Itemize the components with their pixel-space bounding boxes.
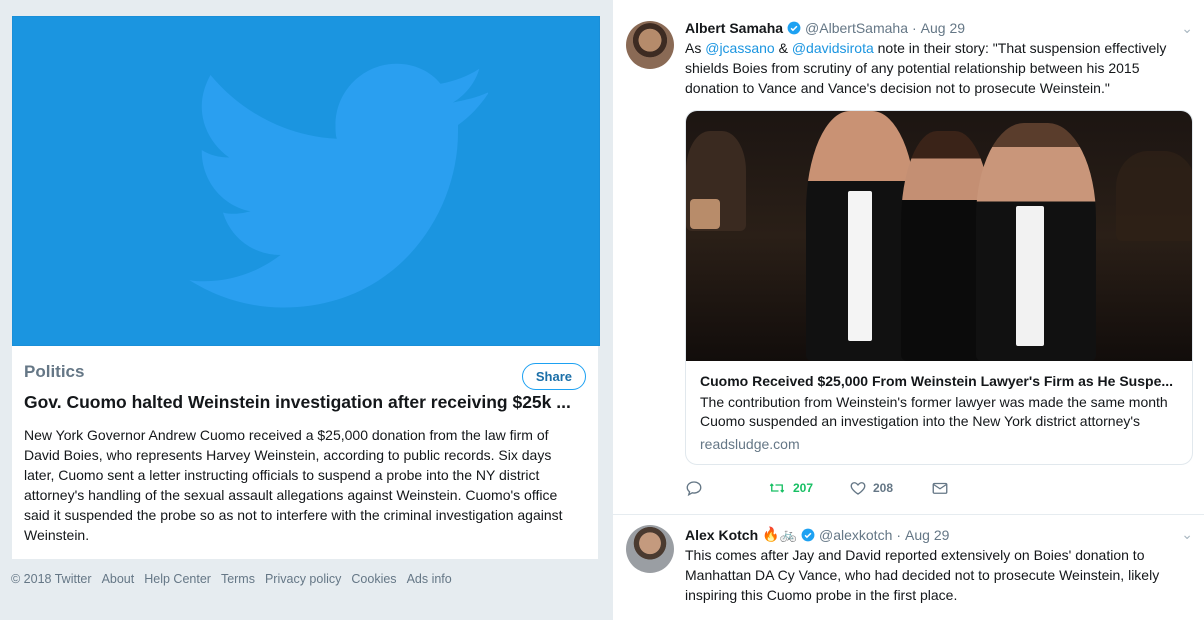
link-card[interactable]: Cuomo Received $25,000 From Weinstein La… [685,110,1193,465]
share-button[interactable]: Share [521,363,586,390]
twitter-bird-icon [189,63,488,308]
mention-link[interactable]: @jcassano [705,40,774,56]
moment-column: Politics Share Gov. Cuomo halted Weinste… [11,15,600,586]
retweet-count: 207 [793,481,814,495]
tweet-timestamp[interactable]: Aug 29 [905,527,949,543]
tweet-author-name[interactable]: Albert Samaha [685,20,783,36]
footer-copyright: © 2018 Twitter [11,572,92,586]
moment-category: Politics [24,362,85,381]
footer-link-ads-info[interactable]: Ads info [407,572,452,586]
retweet-button[interactable]: 207 [767,479,849,497]
tweet-author-handle[interactable]: @AlbertSamaha [805,20,908,36]
footer-link-terms[interactable]: Terms [221,572,255,586]
footer-link-cookies[interactable]: Cookies [351,572,396,586]
avatar[interactable] [626,21,674,69]
tweet-actions: 207 208 [685,479,1193,497]
moment-description: New York Governor Andrew Cuomo received … [24,427,563,543]
like-button[interactable]: 208 [849,479,931,497]
name-emoji: 🔥🚲 [762,526,797,542]
chevron-down-icon[interactable]: ⌄ [1181,20,1193,37]
link-card-image [686,111,1192,361]
heart-icon [850,482,866,495]
tweet-content: Albert Samaha @AlbertSamaha · Aug 29 ⌄ A… [685,20,1193,497]
verified-icon [801,528,815,541]
envelope-icon [932,482,948,494]
moment-card[interactable]: Politics Share Gov. Cuomo halted Weinste… [11,15,600,560]
link-card-body: Cuomo Received $25,000 From Weinstein La… [686,361,1192,464]
separator-dot: · [911,20,917,36]
tweet[interactable]: Alex Kotch 🔥🚲 @alexkotch · Aug 29 ⌄ This… [685,526,1193,605]
tweet-stream: Albert Samaha @AlbertSamaha · Aug 29 ⌄ A… [612,0,1204,620]
tweet-header: Albert Samaha @AlbertSamaha · Aug 29 [685,20,1193,36]
tweet-timestamp[interactable]: Aug 29 [921,20,965,36]
reply-icon [686,481,702,497]
direct-message-button[interactable] [931,479,1013,497]
site-footer: © 2018 Twitter About Help Center Terms P… [11,572,599,586]
tweet-text-part: & [774,40,792,56]
verified-icon [787,21,801,35]
footer-link-about[interactable]: About [102,572,135,586]
retweet-icon [769,483,785,493]
tweet[interactable]: Albert Samaha @AlbertSamaha · Aug 29 ⌄ A… [613,0,1204,515]
tweet-author-name[interactable]: Alex Kotch [685,527,758,543]
tweet-text-part: As [685,40,706,56]
footer-link-privacy[interactable]: Privacy policy [265,572,341,586]
link-card-description: The contribution from Weinstein's former… [700,394,1168,429]
avatar[interactable] [626,525,674,573]
tweet-text: As @jcassano & @davidsirota note in thei… [685,38,1193,98]
mention-link[interactable]: @davidsirota [792,40,874,56]
link-card-domain: readsludge.com [700,436,800,452]
moment-hero-image [12,16,600,346]
moment-body: Politics Share Gov. Cuomo halted Weinste… [12,346,598,559]
footer-link-help-center[interactable]: Help Center [144,572,211,586]
link-card-title: Cuomo Received $25,000 From Weinstein La… [700,373,1174,389]
tweet-text: This comes after Jay and David reported … [685,547,1160,603]
tweet-author-handle[interactable]: @alexkotch [819,527,892,543]
separator-dot: · [896,526,902,543]
like-count: 208 [873,481,894,495]
chevron-down-icon[interactable]: ⌄ [1181,526,1193,543]
moment-title[interactable]: Gov. Cuomo halted Weinstein investigatio… [24,392,588,413]
reply-button[interactable] [685,479,767,497]
tweet-header: Alex Kotch 🔥🚲 @alexkotch · Aug 29 [685,526,1193,543]
